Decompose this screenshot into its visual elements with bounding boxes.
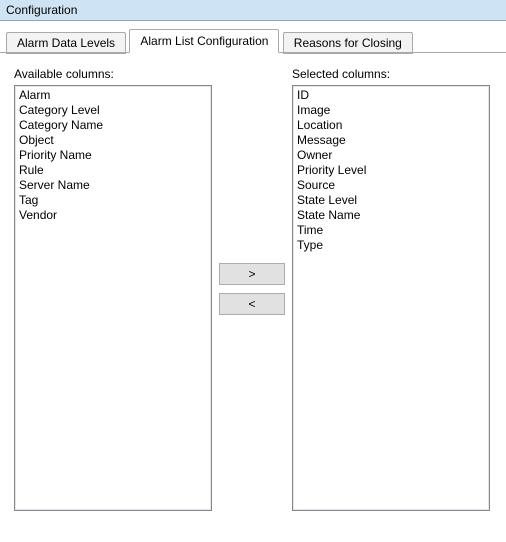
selected-column: Selected columns: IDImageLocationMessage… [292,67,490,511]
list-item[interactable]: Object [19,133,207,148]
list-item[interactable]: Source [297,178,485,193]
configuration-window: Configuration Alarm Data Levels Alarm Li… [0,0,506,542]
list-item[interactable]: Time [297,223,485,238]
dual-list: Available columns: AlarmCategory LevelCa… [14,67,492,511]
list-item[interactable]: Owner [297,148,485,163]
tab-reasons-for-closing[interactable]: Reasons for Closing [283,32,413,54]
list-item[interactable]: ID [297,88,485,103]
list-item[interactable]: Type [297,238,485,253]
list-item[interactable]: Message [297,133,485,148]
available-column: Available columns: AlarmCategory LevelCa… [14,67,212,511]
move-buttons-column: > < [212,67,292,511]
list-item[interactable]: Tag [19,193,207,208]
list-item[interactable]: Location [297,118,485,133]
tab-strip: Alarm Data Levels Alarm List Configurati… [0,29,506,53]
list-item[interactable]: Vendor [19,208,207,223]
move-left-button[interactable]: < [219,293,285,315]
list-item[interactable]: Category Level [19,103,207,118]
tab-alarm-list-configuration[interactable]: Alarm List Configuration [129,29,279,53]
list-item[interactable]: Priority Level [297,163,485,178]
available-columns-list[interactable]: AlarmCategory LevelCategory NameObjectPr… [14,85,212,511]
selected-columns-list[interactable]: IDImageLocationMessageOwnerPriority Leve… [292,85,490,511]
list-item[interactable]: Category Name [19,118,207,133]
available-columns-label: Available columns: [14,67,212,81]
list-item[interactable]: Alarm [19,88,207,103]
move-right-button[interactable]: > [219,263,285,285]
selected-columns-label: Selected columns: [292,67,490,81]
window-title: Configuration [0,0,506,21]
list-item[interactable]: State Level [297,193,485,208]
list-item[interactable]: State Name [297,208,485,223]
tab-alarm-data-levels[interactable]: Alarm Data Levels [6,32,126,54]
list-item[interactable]: Image [297,103,485,118]
list-item[interactable]: Server Name [19,178,207,193]
list-item[interactable]: Rule [19,163,207,178]
tab-panel: Available columns: AlarmCategory LevelCa… [0,53,506,525]
list-item[interactable]: Priority Name [19,148,207,163]
